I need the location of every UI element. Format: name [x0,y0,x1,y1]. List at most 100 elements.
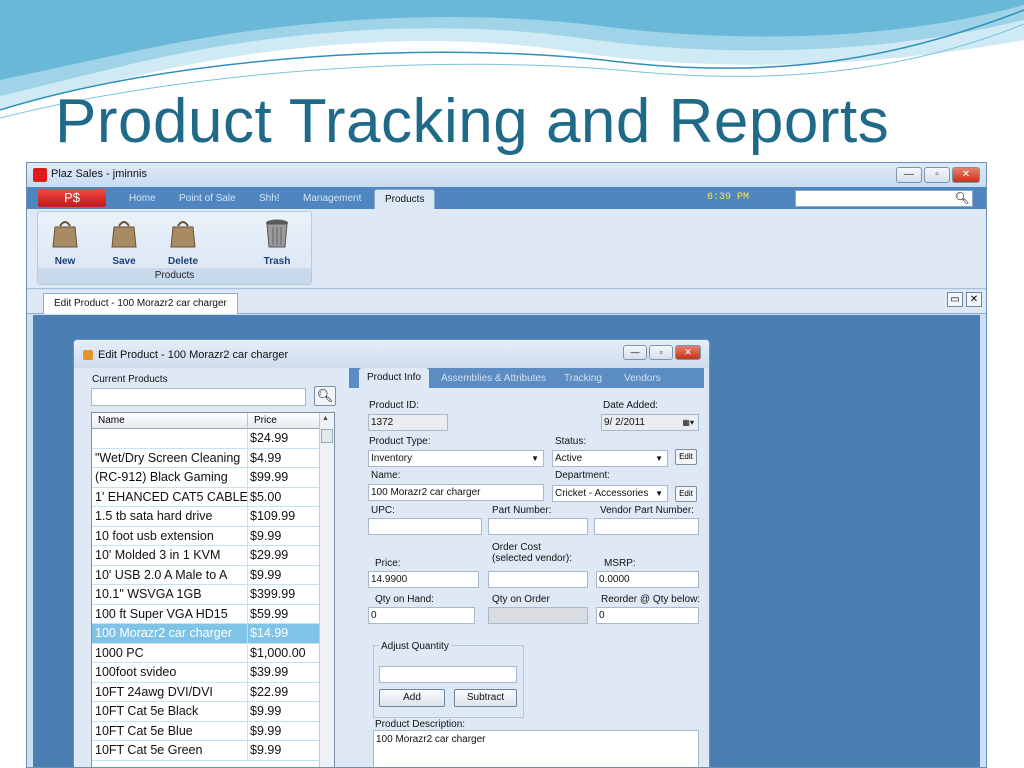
product-type-select[interactable]: Inventory ▼ [368,450,544,467]
document-tab[interactable]: Edit Product - 100 Morazr2 car charger [43,293,238,314]
dialog-icon [83,350,93,360]
table-row[interactable]: $24.99 [92,429,320,449]
clock: 6:39 PM [707,192,750,203]
vendor-part-field[interactable] [594,518,699,535]
chevron-down-icon[interactable]: ▼ [655,451,663,466]
order-cost-sublabel: (selected vendor): [492,553,573,564]
subtract-button[interactable]: Subtract [454,689,517,707]
product-price-cell: $9.99 [250,723,282,738]
maximize-button[interactable]: ▫ [924,167,950,183]
tab-products[interactable]: Products [374,189,436,209]
tab-product-info[interactable]: Product Info [359,368,429,388]
calendar-icon[interactable]: ▦▾ [682,415,694,430]
tab-home[interactable]: Home [129,193,156,204]
product-price-cell: $9.99 [250,743,282,757]
edit-department-button[interactable]: Edit [675,486,697,502]
product-name-cell: 100 ft Super VGA HD15 [95,606,228,621]
table-row[interactable]: 10' Molded 3 in 1 KVM $29.99 [92,546,320,566]
tab-vendors[interactable]: Vendors [624,373,661,384]
tab-management[interactable]: Management [303,193,361,204]
table-row[interactable]: (RC-912) Black Gaming $99.99 [92,468,320,488]
dialog-close-button[interactable]: ✕ [675,345,701,360]
product-price-cell: $9.99 [250,528,282,543]
table-row[interactable]: 1.5 tb sata hard drive $109.99 [92,507,320,527]
table-row[interactable]: 1000 PC $1,000.00 [92,643,320,663]
bag-icon [111,221,137,248]
table-row[interactable]: 10' USB 2.0 A Male to A $9.99 [92,565,320,585]
vendor-part-label: Vendor Part Number: [600,505,694,516]
reorder-label: Reorder @ Qty below: [601,594,701,605]
product-list[interactable]: Name Price $24.99 "Wet/Dry Screen Cleanin… [91,412,335,767]
product-price-cell: $1,000.00 [250,645,306,660]
table-row[interactable]: 100foot svideo $39.99 [92,663,320,683]
price-label: Price: [375,558,401,569]
tab-assemblies-attributes[interactable]: Assemblies & Attributes [441,373,546,384]
tab-shh[interactable]: Shh! [259,193,280,204]
department-select[interactable]: Cricket - Accessories ▼ [552,485,668,502]
table-row[interactable]: 10 foot usb extension $9.99 [92,526,320,546]
upc-label: UPC: [371,505,395,516]
status-select[interactable]: Active ▼ [552,450,668,467]
name-field[interactable]: 100 Morazr2 car charger [368,484,544,501]
list-scrollbar[interactable]: ▲ [319,413,334,767]
tab-tracking[interactable]: Tracking [564,373,602,384]
search-icon[interactable]: 🔍︎ [953,191,971,206]
table-row[interactable]: 100 Morazr2 car charger $14.99 [92,624,320,644]
global-search-input[interactable]: 🔍︎ [795,190,973,207]
adjust-quantity-field[interactable] [379,666,517,683]
table-row[interactable]: 100 ft Super VGA HD15 $59.99 [92,604,320,624]
delete-button[interactable]: Delete [158,218,208,267]
ribbon: New Save Delete Trash Products [27,209,986,289]
tab-point-of-sale[interactable]: Point of Sale [179,193,236,204]
table-row[interactable]: "Wet/Dry Screen Cleaning $4.99 [92,448,320,468]
table-row[interactable]: 10FT Cat 5e Black $9.99 [92,702,320,722]
edit-status-button[interactable]: Edit [675,449,697,465]
price-column-header[interactable]: Price [254,415,277,426]
dialog-titlebar[interactable]: Edit Product - 100 Morazr2 car charger —… [74,340,709,368]
product-name-cell: 10' USB 2.0 A Male to A [95,567,228,582]
price-field[interactable]: 14.9900 [368,571,479,588]
trash-button[interactable]: Trash [252,218,302,267]
table-row[interactable]: 10FT 24awg DVI/DVI $22.99 [92,682,320,702]
close-doc-button[interactable]: ✕ [966,292,982,307]
date-added-label: Date Added: [603,400,659,411]
dialog-minimize-button[interactable]: — [623,345,647,360]
date-added-field[interactable]: 9/ 2/2011 ▦▾ [601,414,699,431]
upc-field[interactable] [368,518,482,535]
reorder-field[interactable]: 0 [596,607,699,624]
chevron-down-icon[interactable]: ▼ [655,486,663,501]
restore-doc-button[interactable]: ▭ [947,292,963,307]
close-button[interactable]: ✕ [952,167,980,183]
date-added-value: 9/ 2/2011 [604,417,645,428]
qty-on-hand-field[interactable]: 0 [368,607,475,624]
scroll-thumb[interactable] [321,429,333,443]
document-tab-strip: Edit Product - 100 Morazr2 car charger ▭… [27,290,986,314]
chevron-down-icon[interactable]: ▼ [531,451,539,466]
trash-label: Trash [263,256,291,267]
add-button[interactable]: Add [379,689,445,707]
table-row[interactable]: 10FT Cat 5e Blue $9.99 [92,721,320,741]
save-button[interactable]: Save [99,218,149,267]
scroll-up-icon[interactable]: ▲ [322,415,329,422]
qty-on-order-field [488,607,588,624]
new-button[interactable]: New [40,218,90,267]
table-row[interactable]: 10.1" WSVGA 1GB $399.99 [92,585,320,605]
search-icon[interactable]: 🔍︎ [314,386,336,406]
msrp-field[interactable]: 0.0000 [596,571,699,588]
name-column-header[interactable]: Name [98,415,125,426]
part-number-field[interactable] [488,518,588,535]
minimize-button[interactable]: — [896,167,922,183]
description-field[interactable]: 100 Morazr2 car charger [373,730,699,767]
table-row[interactable]: 10FT Cat 5e Green $9.99 [92,741,320,761]
app-menu-button[interactable]: P$ [38,189,106,207]
dialog-maximize-button[interactable]: ▫ [649,345,673,360]
product-search-input[interactable] [91,388,306,406]
product-id-field[interactable]: 1372 [368,414,448,431]
window-titlebar[interactable]: Plaz Sales - jminnis — ▫ ✕ [27,163,986,187]
department-value: Cricket - Accessories [555,488,649,499]
product-name-cell: 10FT Cat 5e Blue [95,723,193,738]
product-price-cell: $4.99 [250,450,282,465]
order-cost-field[interactable] [488,571,588,588]
table-row[interactable]: 1' EHANCED CAT5 CABLE $5.00 [92,487,320,507]
slide-title: Product Tracking and Reports [55,87,890,156]
